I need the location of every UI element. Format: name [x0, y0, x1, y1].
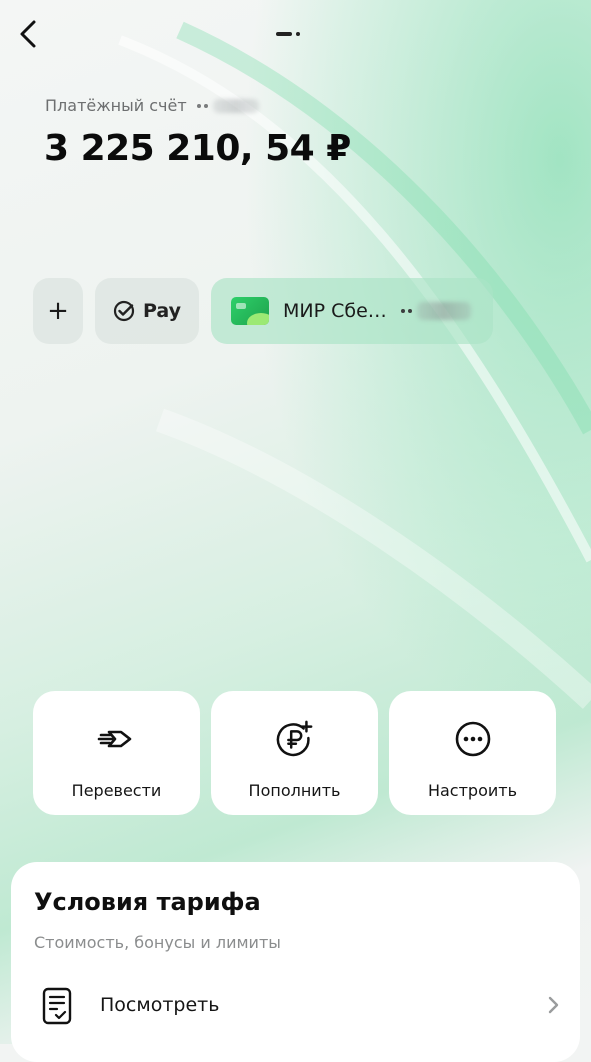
plus-icon: + [47, 296, 69, 326]
transfer-label: Перевести [71, 781, 162, 800]
page-indicator-dot [296, 32, 300, 36]
more-dots-icon [455, 721, 490, 757]
chevron-right-icon [548, 996, 559, 1014]
card-chip[interactable]: МИР Сбе… [211, 278, 493, 344]
settings-label: Настроить [427, 781, 518, 800]
card-thumbnail-icon [231, 297, 269, 325]
check-circle-icon [113, 300, 135, 322]
transfer-arrow-icon [97, 730, 131, 748]
page-indicator-active [276, 32, 292, 36]
top-up-label: Пополнить [248, 781, 341, 800]
pay-label: Pay [142, 300, 182, 322]
card-number-masked [400, 302, 471, 320]
tariff-card: Условия тарифа Стоимость, бонусы и лимит… [11, 862, 580, 1062]
payment-chips: + Pay МИР Сбе… [33, 278, 493, 344]
top-up-button[interactable]: Пополнить [211, 691, 378, 815]
account-label: Платёжный счёт [45, 96, 187, 115]
page-indicator [276, 32, 300, 36]
card-label: МИР Сбе… [283, 300, 387, 322]
account-label-row: Платёжный счёт [45, 96, 259, 115]
transfer-button[interactable]: Перевести [33, 691, 200, 815]
top-bar [0, 0, 591, 70]
chevron-left-icon [20, 20, 36, 48]
settings-button[interactable]: Настроить [389, 691, 556, 815]
tariff-title: Условия тарифа [34, 888, 261, 916]
account-number-masked [196, 98, 259, 113]
tariff-subtitle: Стоимость, бонусы и лимиты [34, 933, 281, 952]
ruble-plus-icon [276, 720, 312, 757]
document-icon [42, 987, 72, 1025]
add-card-button[interactable]: + [33, 278, 83, 344]
back-button[interactable] [10, 14, 46, 54]
quick-actions: Перевести Пополнить Настроить [33, 691, 556, 815]
pay-button[interactable]: Pay [95, 278, 199, 344]
view-tariff-row[interactable]: Посмотреть [11, 972, 580, 1042]
account-balance: 3 225 210, 54 ₽ [44, 128, 351, 169]
view-tariff-label: Посмотреть [100, 994, 220, 1016]
